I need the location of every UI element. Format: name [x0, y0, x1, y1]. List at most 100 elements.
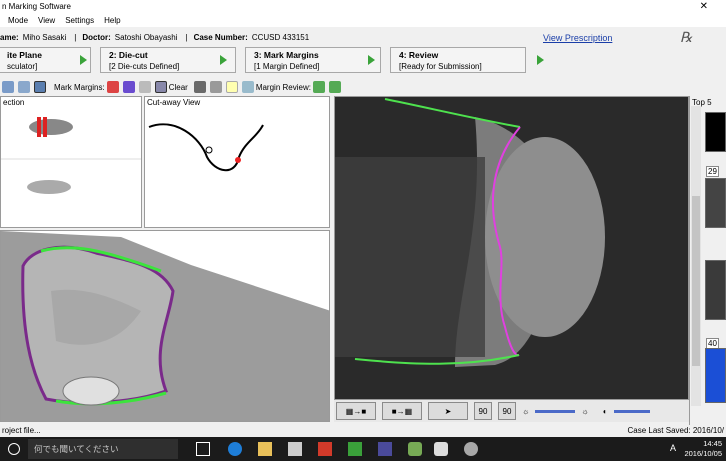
menu-settings[interactable]: Settings [65, 14, 94, 27]
next-arrow-icon [368, 55, 375, 65]
status-bar: roject file... Case Last Saved: 2016/10/ [0, 425, 726, 437]
brightness-low-icon: ☼ [522, 406, 530, 416]
ime-indicator[interactable]: A [670, 443, 676, 453]
rotate-left-button[interactable]: 90 [474, 402, 492, 420]
step-title: ite Plane [7, 50, 42, 60]
hand-icon[interactable] [241, 81, 254, 93]
review-back-icon[interactable] [328, 81, 341, 93]
tooth-app-icon[interactable] [434, 442, 448, 456]
model-icon[interactable] [193, 81, 206, 93]
case-info-bar: ame: Miho Sasaki | Doctor: Satoshi Obaya… [0, 29, 726, 47]
split-view-button[interactable]: ▦→■ [336, 402, 376, 420]
rotate-right-value: 90 [502, 406, 512, 416]
note-icon[interactable] [225, 81, 238, 93]
store-icon[interactable] [288, 442, 302, 456]
panel-title: ection [3, 98, 25, 107]
model-alt-icon[interactable] [209, 81, 222, 93]
next-arrow-icon [80, 55, 87, 65]
menu-help[interactable]: Help [104, 14, 120, 27]
marker-icon[interactable] [122, 81, 135, 93]
clear-icon[interactable] [154, 81, 167, 93]
fit-view-icon[interactable] [34, 81, 46, 93]
close-button[interactable]: ✕ [700, 0, 708, 14]
menu-mode[interactable]: Mode [8, 14, 28, 27]
thumbnail[interactable] [705, 112, 726, 152]
patient-name: Miho Sasaki [22, 33, 67, 42]
next-arrow-icon [220, 55, 227, 65]
brightness-slider[interactable] [535, 409, 576, 413]
scrollbar-thumb[interactable] [692, 196, 700, 366]
occlusal-3d-view[interactable] [0, 230, 331, 422]
section-view-graphic [1, 117, 143, 194]
app-icon[interactable] [378, 442, 392, 456]
rotate-left-value: 90 [478, 406, 488, 416]
thumbnail[interactable] [705, 260, 726, 320]
clear-button[interactable]: Clear [169, 83, 188, 92]
step-title: 4: Review [399, 50, 439, 60]
section-view-panel: ection [0, 96, 143, 228]
case-number-label: Case Number: [193, 33, 248, 42]
step-die-cut[interactable]: 2: Die-cut [2 Die-cuts Defined] [100, 47, 236, 73]
cortana-search-box[interactable]: 何でも聞いてください [28, 439, 178, 459]
pan-icon[interactable] [2, 81, 14, 93]
view-prescription-link[interactable]: View Prescription [543, 29, 612, 47]
clock[interactable]: 14:45 2016/10/05 [684, 439, 722, 459]
app-icon[interactable] [318, 442, 332, 456]
top5-scrollbar[interactable] [691, 106, 701, 406]
status-left: roject file... [2, 426, 41, 435]
clock-date: 2016/10/05 [684, 449, 722, 458]
toolbar: Mark Margins: Clear Margin Review: [0, 78, 726, 96]
menu-view[interactable]: View [38, 14, 55, 27]
prescription-icon[interactable]: ℞ [680, 29, 693, 47]
cutaway-view-panel: Cut-away View [144, 96, 330, 228]
task-view-icon[interactable] [196, 442, 210, 456]
thumbnail[interactable] [705, 178, 726, 228]
separator: | [185, 33, 188, 42]
doctor-name: Satoshi Obayashi [114, 33, 178, 42]
eraser-icon[interactable] [138, 81, 151, 93]
brightness-high-icon: ☼ [581, 406, 589, 416]
app-icon[interactable] [464, 442, 478, 456]
search-icon[interactable] [8, 443, 20, 455]
search-placeholder: 何でも聞いてください [34, 444, 119, 454]
step-status: [Ready for Submission] [399, 62, 482, 71]
review-forward-icon[interactable] [312, 81, 325, 93]
thumbnail-selected[interactable] [705, 348, 726, 403]
window-title: n Marking Software [2, 2, 71, 11]
step-occlusal-plane[interactable]: ite Plane sculator] [0, 47, 91, 73]
cutaway-profile [148, 123, 264, 172]
pen-icon[interactable] [106, 81, 119, 93]
app-icon[interactable] [408, 442, 422, 456]
patient-name-label: ame: [0, 33, 19, 42]
separator: | [74, 33, 77, 42]
margin-review-label: Margin Review: [255, 82, 311, 92]
panel-title: Cut-away View [147, 98, 201, 107]
case-last-saved: Case Last Saved: 2016/10/ [627, 426, 724, 435]
contrast-icon: ◐ [602, 406, 608, 416]
scan-image [335, 97, 688, 399]
windows-taskbar: 何でも聞いてください A 14:45 2016/10/05 [0, 437, 726, 461]
contrast-slider[interactable] [613, 409, 650, 413]
measure-button[interactable]: ➤ [428, 402, 468, 420]
menu-bar: Mode View Settings Help [0, 14, 726, 27]
case-number: CCUSD 433151 [251, 33, 310, 42]
title-bar: n Marking Software ✕ [0, 0, 726, 14]
next-arrow-icon [537, 55, 544, 65]
edge-icon[interactable] [228, 442, 242, 456]
step-status: [2 Die-cuts Defined] [109, 62, 180, 71]
zoom-icon[interactable] [18, 81, 30, 93]
rotate-right-button[interactable]: 90 [498, 402, 516, 420]
step-title: 3: Mark Margins [254, 50, 319, 60]
app-icon[interactable] [348, 442, 362, 456]
step-status: sculator] [7, 62, 38, 71]
tooth-3d-model [1, 231, 331, 421]
file-explorer-icon[interactable] [258, 442, 272, 456]
step-mark-margins[interactable]: 3: Mark Margins [1 Margin Defined] [245, 47, 381, 73]
step-review[interactable]: 4: Review [Ready for Submission] [390, 47, 526, 73]
step-title: 2: Die-cut [109, 50, 148, 60]
margin-scan-view[interactable] [334, 96, 689, 400]
thumbnail-label: 29 [706, 166, 719, 177]
view-controls-bar: ▦→■ ■→▦ ➤ 90 90 ☼ ☼ ◐ [334, 400, 689, 422]
merge-view-button[interactable]: ■→▦ [382, 402, 422, 420]
mark-margins-label: Mark Margins: [54, 82, 105, 92]
